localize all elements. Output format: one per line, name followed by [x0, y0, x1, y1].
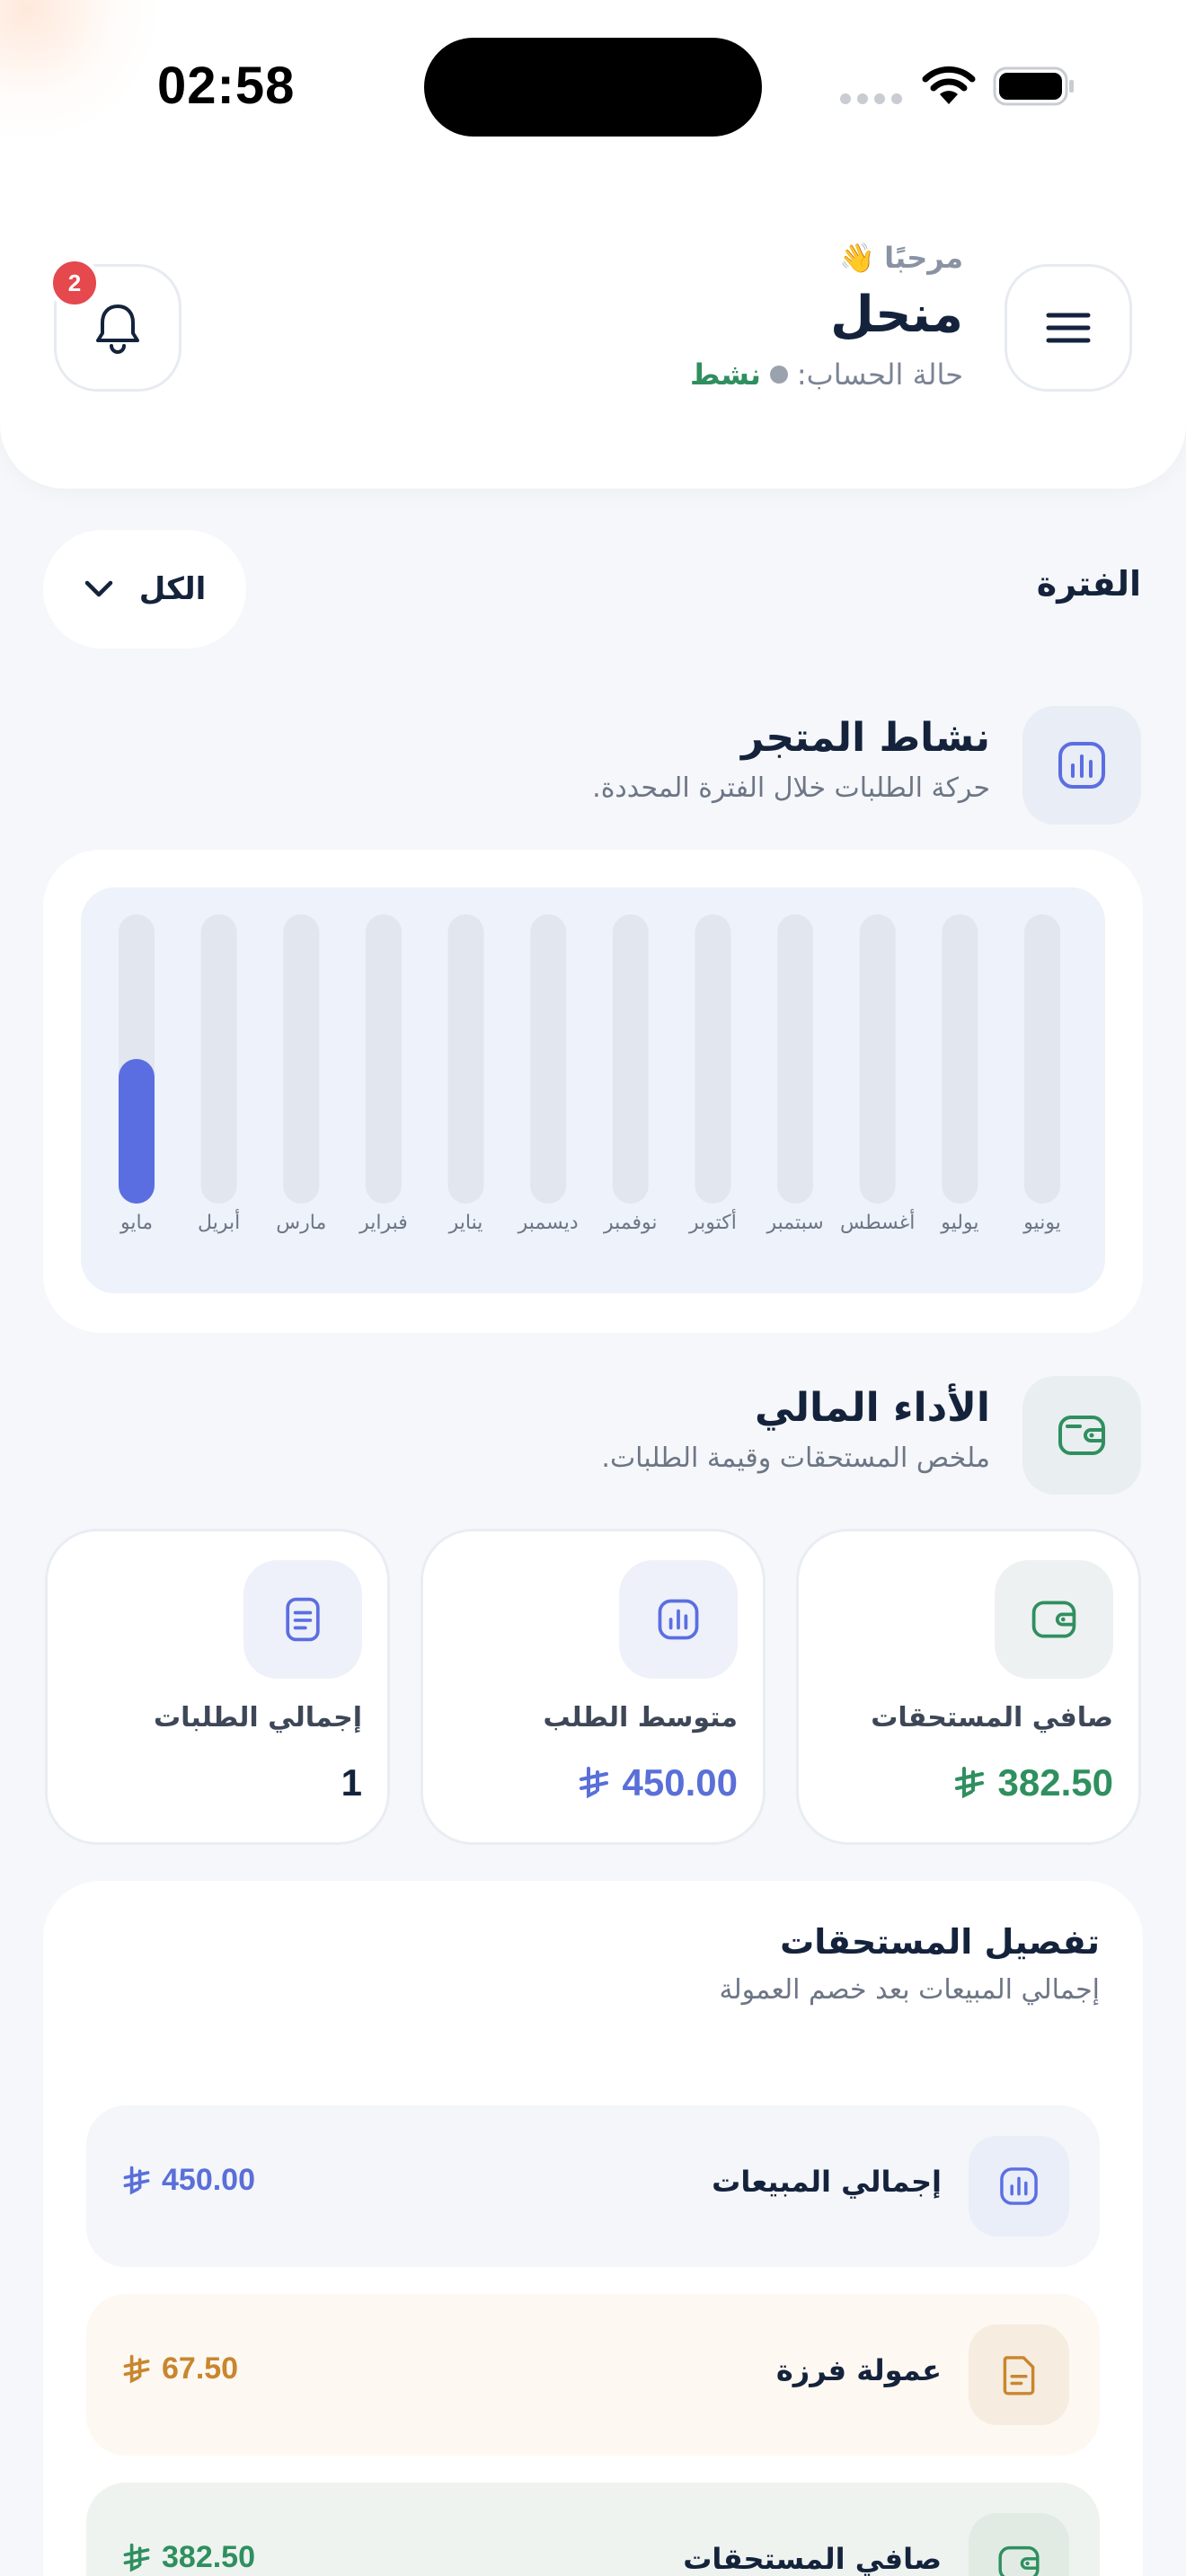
status-dot	[769, 365, 788, 384]
bar-track	[1024, 914, 1060, 1204]
x-tick-label: سبتمبر	[766, 1212, 823, 1234]
row-value: 450.00	[120, 2163, 255, 2198]
stat-label: متوسط الطلب	[543, 1702, 738, 1734]
stat-value: 382.50	[951, 1761, 1113, 1804]
stat-value: 450.00	[576, 1761, 738, 1804]
riyal-icon	[123, 2354, 150, 2384]
row-value: 67.50	[120, 2351, 238, 2386]
bar-track	[942, 914, 978, 1204]
period-label: الفترة	[1036, 564, 1141, 604]
riyal-icon	[123, 2543, 150, 2572]
breakdown-title: تفصيل المستحقات	[780, 1922, 1100, 1962]
bar-track	[200, 914, 237, 1204]
row-label: صافي المستحقات	[683, 2542, 942, 2576]
wallet-icon	[995, 1560, 1113, 1679]
x-tick-label: يوليو	[940, 1212, 978, 1234]
notification-badge: 2	[49, 257, 101, 309]
stat-value: 1	[341, 1761, 362, 1804]
row-label: إجمالي المبيعات	[712, 2165, 942, 2199]
x-tick-label: نوفمبر	[603, 1212, 658, 1234]
stat-label: صافي المستحقات	[871, 1702, 1113, 1734]
bell-icon	[96, 304, 139, 354]
greeting-block: مرحبًا 👋 منحل حالة الحساب: نشط	[690, 241, 963, 392]
store-activity-title: نشاط المتجر	[741, 715, 990, 761]
x-tick-label: مايو	[119, 1212, 153, 1234]
riyal-icon	[954, 1767, 984, 1799]
cellular-signal-icon	[840, 93, 902, 104]
breakdown-row-commission[interactable]: عمولة فرزة 67.50	[86, 2294, 1100, 2456]
riyal-icon	[579, 1767, 608, 1799]
x-tick-label: يونيو	[1022, 1212, 1061, 1234]
document-icon	[243, 1560, 362, 1679]
x-tick-label: ديسمبر	[518, 1212, 579, 1234]
orders-chart-area: يونيو يوليو أغسطس سبتمبر أكتوبر نوفمبر ديسمبر ي…	[81, 887, 1105, 1293]
menu-button[interactable]	[1005, 264, 1132, 392]
battery-icon	[993, 66, 1074, 106]
account-status: حالة الحساب: نشط	[690, 357, 963, 392]
stat-label: إجمالي الطلبات	[153, 1702, 362, 1734]
breakdown-card: تفصيل المستحقات إجمالي المبيعات بعد خصم …	[43, 1881, 1143, 2576]
chevron-down-icon	[84, 580, 112, 597]
bar-track	[283, 914, 320, 1204]
dynamic-island	[424, 38, 762, 137]
chart-icon	[619, 1560, 738, 1679]
orders-bar-chart: يونيو يوليو أغسطس سبتمبر أكتوبر نوفمبر ديسمبر ي…	[119, 914, 1061, 1234]
stat-card-average-order[interactable]: متوسط الطلب 450.00	[420, 1529, 766, 1845]
wallet-icon	[1022, 1376, 1141, 1495]
financial-subtitle: ملخص المستحقات وقيمة الطلبات.	[601, 1442, 990, 1474]
bar-track	[447, 914, 484, 1204]
store-activity-header: نشاط المتجر حركة الطلبات خلال الفترة الم…	[45, 706, 1141, 825]
document-icon	[969, 2325, 1069, 2425]
bar-track	[695, 914, 731, 1204]
stat-card-net-dues[interactable]: صافي المستحقات 382.50	[796, 1529, 1141, 1845]
breakdown-row-total-sales[interactable]: إجمالي المبيعات 450.00	[86, 2105, 1100, 2267]
x-tick-label: فبراير	[358, 1212, 408, 1234]
bar-track	[612, 914, 649, 1204]
bar-track	[365, 914, 402, 1204]
status-time: 02:58	[157, 57, 296, 115]
orders-chart-card: يونيو يوليو أغسطس سبتمبر أكتوبر نوفمبر ديسمبر ي…	[43, 850, 1143, 1333]
chart-icon	[969, 2136, 1069, 2236]
x-tick-label: أكتوبر	[688, 1209, 737, 1234]
x-tick-label: أغسطس	[840, 1209, 915, 1234]
status-bar: 02:58	[0, 0, 1186, 171]
user-name: منحل	[830, 286, 963, 344]
x-tick-label: أبريل	[198, 1209, 240, 1234]
financial-title: الأداء المالي	[755, 1385, 990, 1431]
row-label: عمولة فرزة	[775, 2353, 942, 2387]
x-tick-label: مارس	[276, 1212, 326, 1234]
bar[interactable]	[119, 1059, 155, 1204]
account-status-value: نشط	[690, 357, 761, 392]
store-activity-subtitle: حركة الطلبات خلال الفترة المحددة.	[592, 772, 990, 804]
x-tick-label: يناير	[448, 1212, 483, 1234]
breakdown-row-net-dues[interactable]: صافي المستحقات 382.50	[86, 2483, 1100, 2576]
bar-track	[530, 914, 567, 1204]
period-dropdown[interactable]: الكل	[43, 530, 246, 648]
bar-track	[859, 914, 896, 1204]
wave-emoji: 👋	[839, 241, 876, 275]
chart-icon	[1022, 706, 1141, 825]
wifi-icon	[922, 66, 976, 104]
stat-card-total-orders[interactable]: إجمالي الطلبات 1	[45, 1529, 390, 1845]
hamburger-icon	[1046, 313, 1091, 343]
financial-header: الأداء المالي ملخص المستحقات وقيمة الطلب…	[45, 1376, 1141, 1495]
row-value: 382.50	[120, 2540, 255, 2575]
wallet-icon	[969, 2513, 1069, 2576]
riyal-icon	[123, 2166, 150, 2195]
period-selected-value: الكل	[138, 571, 207, 607]
greeting: مرحبًا 👋	[839, 241, 963, 275]
breakdown-subtitle: إجمالي المبيعات بعد خصم العمولة	[719, 1974, 1100, 2006]
bar-track	[777, 914, 814, 1204]
